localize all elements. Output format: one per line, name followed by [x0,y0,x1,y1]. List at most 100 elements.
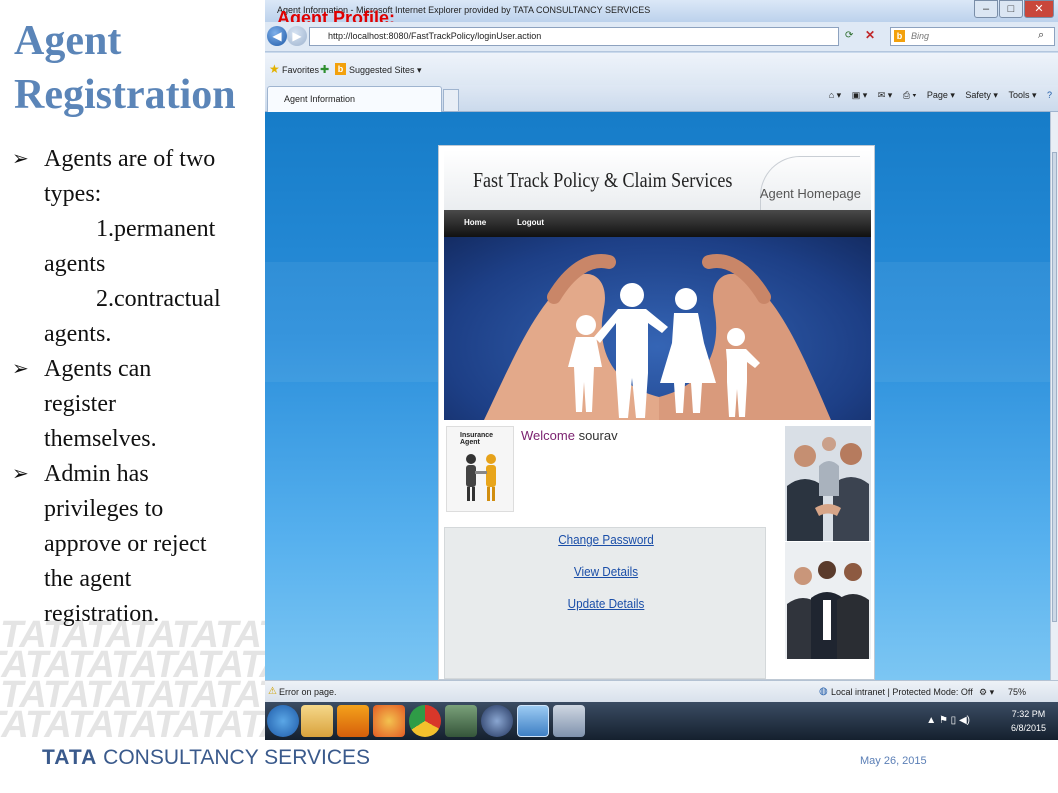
system-tray-icons[interactable]: ▲ ⚑ ▯ ◀) [926,715,970,726]
address-row: ◀ ▶ http://localhost:8080/FastTrackPolic… [265,22,1058,52]
explorer-folder-icon[interactable] [301,705,333,737]
slide-title-line: Agent [14,18,122,64]
search-icon[interactable]: ⌕ [1038,29,1044,42]
arrow-bullet-icon: ➢ [12,463,29,485]
eclipse-icon[interactable] [481,705,513,737]
welcome-section: Insurance Agent Welcome sourav [444,424,782,514]
back-icon[interactable]: ◀ [267,26,287,46]
footer-company-bold: TATA [42,746,98,769]
windows-taskbar: ▲ ⚑ ▯ ◀) 7:32 PM 6/8/2015 [265,702,1058,740]
slide-title: Agent Registration [14,14,264,122]
bullet-text: privileges to [44,496,164,522]
search-input[interactable]: Bing [890,27,1055,46]
bullet-text: approve or reject [44,531,207,557]
slide-date: May 26, 2015 [860,755,927,767]
tab-label: Agent Information [284,94,356,104]
paint-app-icon[interactable] [373,705,405,737]
bullet-list: ➢ Agents are of two types: 1.permanent a… [12,142,260,632]
suggested-sites-icon: b [335,63,346,75]
page-viewport: Fast Track Policy & Claim Services Agent… [265,112,1050,680]
tab-agent-information[interactable]: Agent Information [267,86,442,112]
favorites-bar: ★ Favorites ✚ b Suggested Sites ▾ [265,53,1058,85]
bullet-text: themselves. [44,426,157,452]
web-page: Fast Track Policy & Claim Services Agent… [438,145,875,680]
view-details-link[interactable]: View Details [461,564,751,579]
family-hands-banner [444,237,871,420]
update-details-link[interactable]: Update Details [461,596,751,611]
slide-title-line: Registration [14,72,236,118]
slide-left-panel: TATATATATATATA TATATATATATATA TATATATATA… [0,0,265,740]
safety-menu[interactable]: Safety ▾ [965,90,998,100]
clock-date: 6/8/2015 [1010,723,1046,733]
refresh-icon[interactable]: ⟳ [845,30,853,41]
close-window-button[interactable]: ✕ [1024,0,1054,18]
site-header: Fast Track Policy & Claim Services Agent… [444,150,871,214]
feeds-icon[interactable]: ▣ ▾ [852,90,868,100]
handshake-photo [785,426,871,541]
favorites-star-icon[interactable]: ★ [269,62,280,76]
vertical-scrollbar[interactable] [1050,112,1058,680]
user-name: sourav [574,428,618,443]
intranet-globe-icon: ◍ [819,686,828,697]
bullet-text: Admin has [44,461,149,487]
zoom-options-icon[interactable]: ⚙ ▾ [979,687,994,698]
media-player-icon[interactable] [337,705,369,737]
help-icon[interactable]: ? [1047,90,1052,100]
browser-window: Agent Information - Microsoft Internet E… [265,0,1058,740]
favorites-button[interactable]: Favorites [282,65,319,75]
start-button-icon[interactable] [267,705,299,737]
tata-watermark-pattern: TATATATATATATA TATATATATATATA TATATATATA… [0,620,265,740]
arrow-bullet-icon: ➢ [12,148,29,170]
site-title: Fast Track Policy & Claim Services [473,168,733,192]
nav-logout-link[interactable]: Logout [517,218,544,227]
status-text[interactable]: Error on page. [279,687,337,697]
page-menu[interactable]: Page ▾ [927,90,955,100]
paint-brush-icon[interactable] [553,705,585,737]
stop-icon[interactable]: ✕ [865,28,875,42]
welcome-word: Welcome [521,428,575,443]
security-zone-text[interactable]: Local intranet | Protected Mode: Off [831,687,973,697]
bing-icon: b [894,30,905,42]
bullet-text: the agent [44,566,132,592]
page-subtitle: Agent Homepage [759,186,861,201]
tcs-logo: TATA CONSULTANCY SERVICES [42,746,370,770]
insurance-agent-image: Insurance Agent [446,426,514,512]
chrome-icon[interactable] [409,705,441,737]
mail-icon[interactable]: ✉ ▾ [878,90,893,100]
home-icon[interactable]: ⌂ ▾ [829,90,841,100]
bullet-text: Agents are of two [44,146,216,172]
sub-item: 1.permanent [96,216,216,242]
footer-company-rest: CONSULTANCY SERVICES [97,746,370,769]
bullet-item: ➢ Admin has privileges to approve or rej… [12,457,260,632]
tab-row: Agent Information ⌂ ▾ ▣ ▾ ✉ ▾ ⎙ ▾ Page ▾… [265,85,1058,112]
maximize-button[interactable]: □ [999,0,1023,18]
suggested-sites-button[interactable]: Suggested Sites ▾ [349,65,422,76]
sub-item-continued: agents [44,251,106,277]
minimize-button[interactable]: – [974,0,998,18]
taskbar-clock[interactable]: 7:32 PM 6/8/2015 [1011,707,1046,735]
tools-menu[interactable]: Tools ▾ [1008,90,1036,100]
bullet-text: register [44,391,116,417]
bullet-item: ➢ Agents are of two types: [12,142,260,212]
zoom-level[interactable]: 75% [1008,687,1026,697]
team-photo [785,542,871,659]
nav-home-link[interactable]: Home [464,218,486,227]
arrow-bullet-icon: ➢ [12,358,29,380]
add-favorite-icon[interactable]: ✚ [320,63,329,76]
family-in-hands-image [484,254,831,420]
sub-item: 2.contractual [96,286,221,312]
forward-icon[interactable]: ▶ [287,26,307,46]
network-app-icon[interactable] [445,705,477,737]
status-bar: ⚠ Error on page. ◍ Local intranet | Prot… [265,680,1058,702]
sub-item-continued: agents. [44,321,112,347]
address-bar[interactable]: http://localhost:8080/FastTrackPolicy/lo… [309,27,839,46]
bullet-text: Agents can [44,356,152,382]
new-tab-button[interactable] [443,89,459,111]
bullet-text: registration. [44,601,160,627]
internet-explorer-icon[interactable] [517,705,549,737]
agent-actions-panel: Change Password View Details Update Deta… [444,527,766,679]
print-icon[interactable]: ⎙ ▾ [903,90,916,100]
warning-icon[interactable]: ⚠ [268,686,277,697]
bullet-text: types: [44,181,102,207]
change-password-link[interactable]: Change Password [461,532,751,547]
